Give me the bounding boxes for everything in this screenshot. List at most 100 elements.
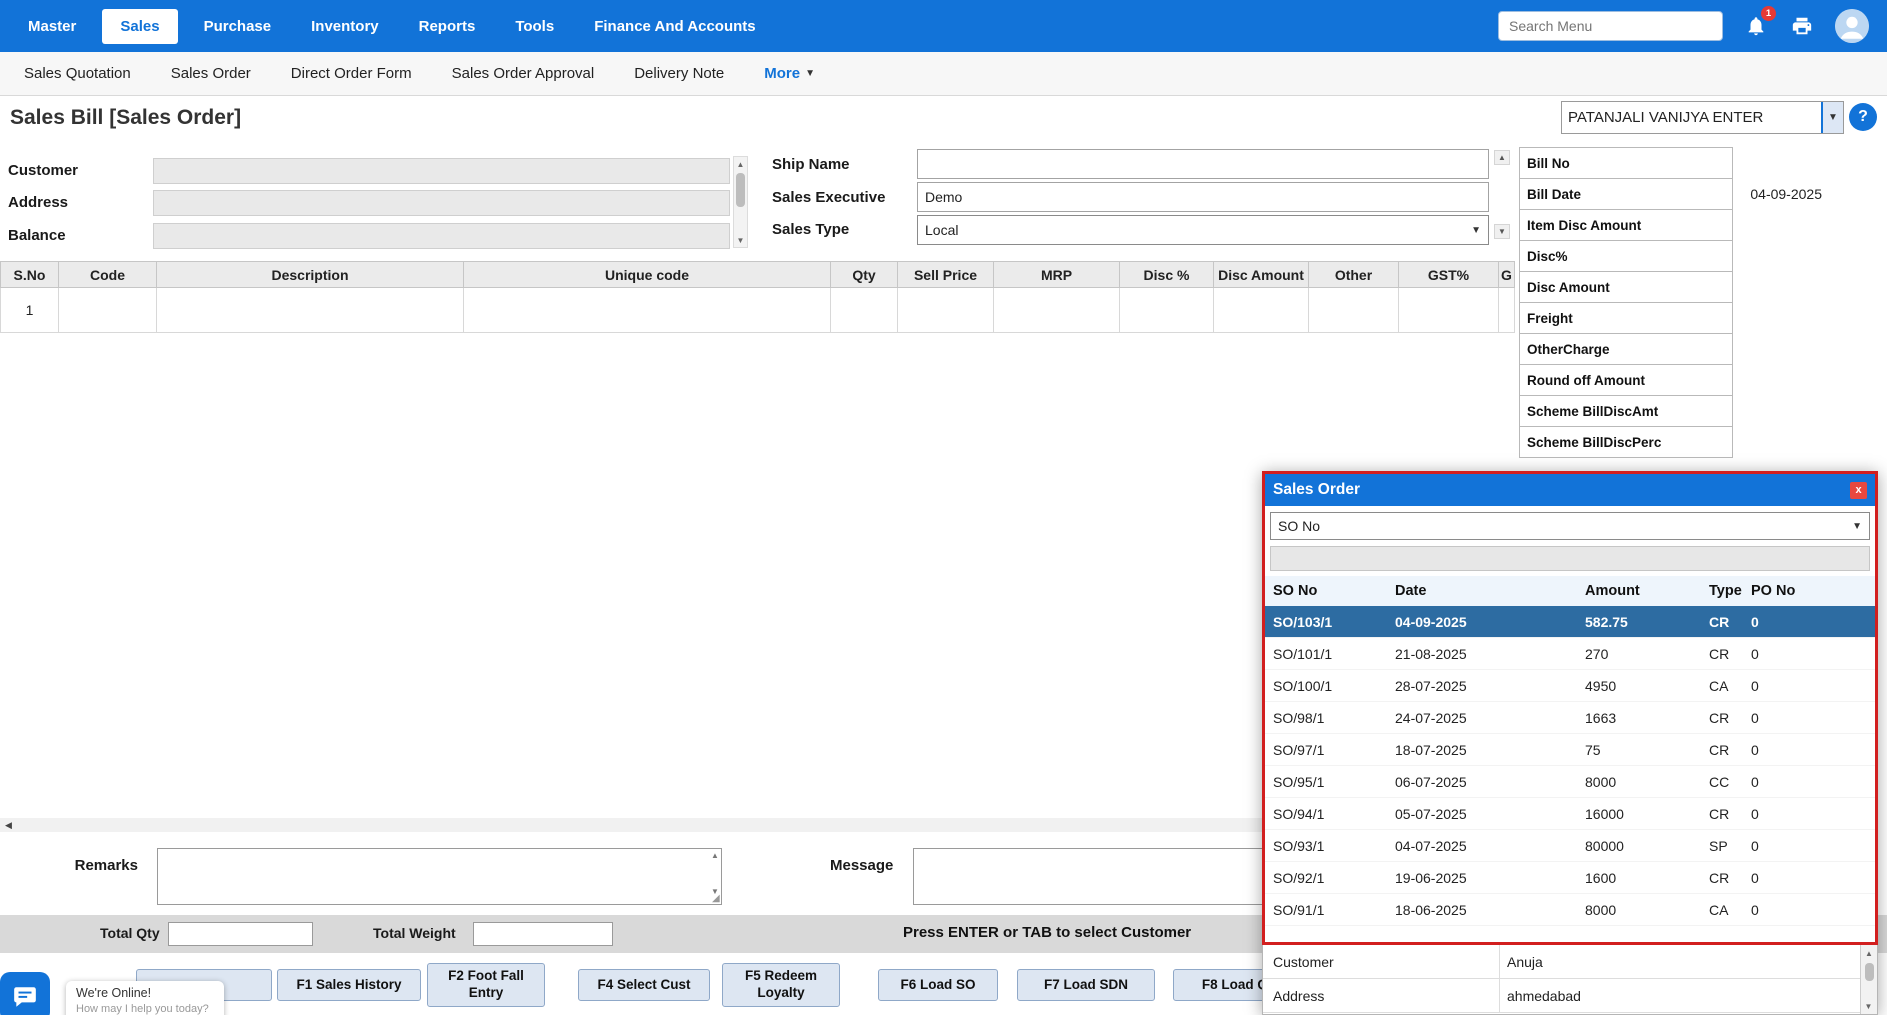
remarks-textarea[interactable]: [157, 848, 722, 905]
modal-scrollbar[interactable]: ▲ ▼: [1860, 945, 1877, 1014]
scroll-up-icon[interactable]: ▲: [734, 157, 747, 171]
panel-row: Scheme BillDiscPerc: [1519, 426, 1874, 458]
nav-sales[interactable]: Sales: [102, 8, 178, 44]
so-type: CR: [1709, 709, 1730, 726]
cell-sell-price[interactable]: [897, 287, 994, 333]
printer-icon[interactable]: [1789, 13, 1815, 39]
balance-input[interactable]: [153, 223, 730, 249]
panel-row: Bill Date 04-09-2025: [1519, 178, 1874, 210]
subnav-direct-order-form[interactable]: Direct Order Form: [271, 55, 432, 92]
customer-scrollbar[interactable]: ▲ ▼: [733, 156, 748, 248]
f4-select-cust-button[interactable]: F4 Select Cust: [578, 969, 710, 1001]
chat-status: We're Online!: [76, 986, 152, 1000]
so-filter-select[interactable]: SO No ▼: [1270, 512, 1870, 540]
f5-redeem-loyalty-button[interactable]: F5 Redeem Loyalty: [722, 963, 840, 1007]
help-icon[interactable]: ?: [1849, 103, 1877, 131]
so-row[interactable]: SO/92/1 19-06-2025 1600 CR 0: [1265, 862, 1875, 894]
scheme-billdiscamt-label: Scheme BillDiscAmt: [1519, 395, 1733, 427]
scroll-up-icon[interactable]: ▲: [1494, 150, 1510, 165]
so-row[interactable]: SO/91/1 18-06-2025 8000 CA 0: [1265, 894, 1875, 926]
so-no: SO/91/1: [1273, 901, 1325, 918]
total-qty-label: Total Qty: [100, 925, 160, 941]
so-row[interactable]: SO/98/1 24-07-2025 1663 CR 0: [1265, 702, 1875, 734]
cell-disc-amount[interactable]: [1213, 287, 1309, 333]
so-no: SO/101/1: [1273, 645, 1333, 662]
col-code: Code: [58, 261, 157, 288]
nav-finance-accounts[interactable]: Finance And Accounts: [580, 10, 769, 43]
so-no: SO/98/1: [1273, 709, 1325, 726]
search-input[interactable]: [1498, 11, 1723, 41]
col-disc-amount: Disc Amount: [1213, 261, 1309, 288]
nav-reports[interactable]: Reports: [405, 10, 490, 43]
subnav-sales-order-approval[interactable]: Sales Order Approval: [432, 55, 615, 92]
nav-master[interactable]: Master: [14, 10, 90, 43]
address-input[interactable]: [153, 190, 730, 216]
f1-sales-history-button[interactable]: F1 Sales History: [277, 969, 421, 1001]
company-dropdown-icon[interactable]: ▼: [1821, 102, 1843, 133]
cell-mrp[interactable]: [993, 287, 1120, 333]
scroll-left-icon[interactable]: ◀: [2, 819, 15, 831]
scroll-down-icon[interactable]: ▼: [1494, 224, 1510, 239]
so-row-selected[interactable]: SO/103/1 04-09-2025 582.75 CR 0: [1265, 606, 1875, 638]
resize-handle-icon[interactable]: ◢: [712, 893, 720, 904]
cell-unique-code[interactable]: [463, 287, 831, 333]
so-pono: 0: [1751, 869, 1759, 886]
cell-description[interactable]: [156, 287, 464, 333]
cell-code[interactable]: [58, 287, 157, 333]
user-avatar[interactable]: [1835, 9, 1869, 43]
notification-bell-icon[interactable]: 1: [1743, 6, 1776, 39]
so-row[interactable]: SO/95/1 06-07-2025 8000 CC 0: [1265, 766, 1875, 798]
col-mrp: MRP: [993, 261, 1120, 288]
nav-purchase[interactable]: Purchase: [190, 10, 286, 43]
total-qty-input[interactable]: [168, 922, 313, 946]
company-select-value: PATANJALI VANIJYA ENTER: [1568, 109, 1764, 126]
ship-name-input[interactable]: [917, 149, 1489, 179]
scheme-billdiscperc-label: Scheme BillDiscPerc: [1519, 426, 1733, 458]
cell-qty[interactable]: [830, 287, 898, 333]
sales-executive-input[interactable]: [917, 182, 1489, 212]
so-row[interactable]: SO/93/1 04-07-2025 80000 SP 0: [1265, 830, 1875, 862]
f6-load-so-button[interactable]: F6 Load SO: [878, 969, 998, 1001]
so-type: CA: [1709, 901, 1729, 918]
sales-type-select[interactable]: Local ▼: [917, 215, 1489, 245]
cell-other[interactable]: [1308, 287, 1399, 333]
nav-inventory[interactable]: Inventory: [297, 10, 393, 43]
so-no: SO/95/1: [1273, 773, 1325, 790]
so-row[interactable]: SO/97/1 18-07-2025 75 CR 0: [1265, 734, 1875, 766]
subnav-delivery-note[interactable]: Delivery Note: [614, 55, 744, 92]
items-table-row[interactable]: 1: [0, 287, 1515, 333]
panel-row: Freight: [1519, 302, 1874, 334]
close-icon[interactable]: x: [1850, 481, 1867, 499]
subnav-sales-quotation[interactable]: Sales Quotation: [4, 55, 151, 92]
f7-load-sdn-button[interactable]: F7 Load SDN: [1017, 969, 1155, 1001]
so-row[interactable]: SO/101/1 21-08-2025 270 CR 0: [1265, 638, 1875, 670]
chat-icon[interactable]: [0, 972, 50, 1015]
subnav-sales-order[interactable]: Sales Order: [151, 55, 271, 92]
company-select[interactable]: PATANJALI VANIJYA ENTER ▼: [1561, 101, 1844, 134]
so-date: 21-08-2025: [1395, 645, 1467, 662]
scroll-up-icon[interactable]: ▲: [711, 851, 719, 860]
so-amount: 270: [1585, 645, 1609, 662]
scroll-up-icon[interactable]: ▲: [1863, 946, 1876, 960]
message-label: Message: [830, 857, 894, 874]
subnav-more[interactable]: More ▼: [744, 55, 835, 92]
cell-gst-percent[interactable]: [1398, 287, 1499, 333]
scroll-thumb[interactable]: [736, 173, 745, 207]
scroll-down-icon[interactable]: ▼: [1862, 999, 1875, 1013]
cell-disc-percent[interactable]: [1119, 287, 1214, 333]
so-row[interactable]: SO/94/1 05-07-2025 16000 CR 0: [1265, 798, 1875, 830]
so-search-input[interactable]: [1270, 546, 1870, 571]
topnav-right: 1: [1498, 6, 1873, 43]
customer-input[interactable]: [153, 158, 730, 184]
select-customer-hint: Press ENTER or TAB to select Customer: [903, 924, 1192, 941]
scroll-thumb[interactable]: [1865, 963, 1874, 981]
chat-bubble[interactable]: We're Online! How may I help you today?: [66, 981, 224, 1015]
scroll-down-icon[interactable]: ▼: [734, 233, 747, 247]
subnav-more-label: More: [764, 65, 801, 82]
so-col-date: Date: [1395, 583, 1427, 599]
modal-titlebar[interactable]: Sales Order x: [1265, 474, 1875, 506]
nav-tools[interactable]: Tools: [501, 10, 568, 43]
so-row[interactable]: SO/100/1 28-07-2025 4950 CA 0: [1265, 670, 1875, 702]
f2-foot-fall-entry-button[interactable]: F2 Foot Fall Entry: [427, 963, 545, 1007]
total-weight-input[interactable]: [473, 922, 613, 946]
